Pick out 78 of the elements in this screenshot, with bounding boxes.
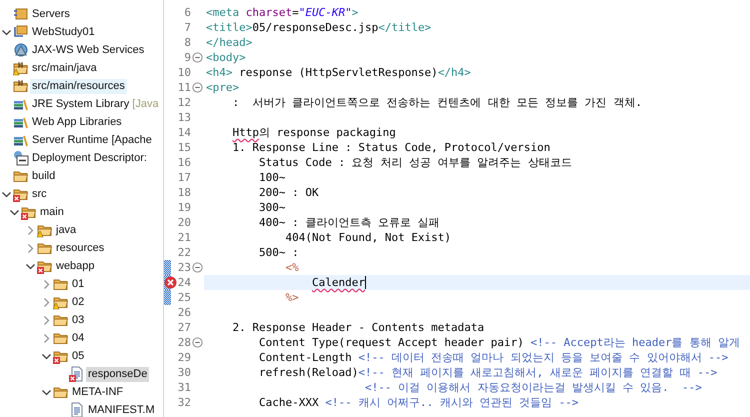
tree-item[interactable]: 05	[70, 348, 86, 364]
tree-item[interactable]: webapp	[54, 258, 97, 274]
line-number: 20	[176, 216, 191, 229]
line-number: 26	[176, 306, 191, 319]
line-number: 23	[176, 261, 191, 274]
line-number: 30	[176, 366, 191, 379]
code-line: refresh(Reload)<!-- 현재 페이지를 새로고침해서, 새로운 페이지를 연결할 때 -->	[258, 365, 718, 380]
line-number: 16	[176, 156, 191, 169]
tree-item[interactable]: build	[30, 168, 58, 184]
collapse-icon[interactable]	[192, 52, 203, 63]
line-number: 10	[176, 66, 191, 79]
code-line: 404(Not Found, Not Exist)	[284, 230, 452, 245]
code-line: <meta charset="EUC-KR">	[205, 5, 360, 20]
line-number: 25	[176, 291, 191, 304]
code-line: 500~ :	[258, 245, 300, 260]
code-line: 300~	[258, 200, 286, 215]
line-number: 17	[176, 171, 191, 184]
code-line: Status Code : 요청 처리 성공 여부를 알려주는 상태코드	[258, 155, 573, 170]
tree-item[interactable]: 01	[70, 276, 86, 292]
line-number: 11	[176, 81, 191, 94]
tree-item[interactable]: JRE System Library [Java	[30, 96, 161, 112]
collapse-icon[interactable]	[192, 82, 203, 93]
line-number: 12	[176, 96, 191, 109]
line-number: 27	[176, 321, 191, 334]
line-number: 19	[176, 201, 191, 214]
line-number: 24	[176, 276, 191, 289]
line-number: 21	[176, 231, 191, 244]
tree-item[interactable]: WebStudy01	[30, 24, 97, 40]
tree-item[interactable]: responseDe	[86, 366, 150, 382]
line-number: 29	[176, 351, 191, 364]
line-number: 9	[183, 51, 191, 64]
line-number: 28	[176, 336, 191, 349]
code-line: 100~	[258, 170, 286, 185]
tree-item[interactable]: META-INF	[70, 384, 126, 400]
tree-item[interactable]: Web App Libraries	[30, 114, 124, 130]
tree-item[interactable]: src/main/java	[30, 60, 99, 76]
tree-item[interactable]: Server Runtime [Apache	[30, 132, 154, 148]
code-line: %>	[284, 290, 300, 305]
tree-item[interactable]: src	[30, 186, 49, 202]
line-number: 15	[176, 141, 191, 154]
code-line: Cache-XXX <!-- 캐시 어쩌구.. 캐시와 연관된 것들임 -->	[258, 395, 580, 410]
code-line: <h4> response (HttpServletResponse)</h4>	[205, 65, 472, 80]
tree-item[interactable]: Servers	[30, 6, 72, 22]
code-line: Content-Length <!-- 데이터 전송때 얼마나 되었는지 등을 보여줄 수 있어야해서 -->	[258, 350, 730, 365]
line-number: 32	[176, 396, 191, 409]
code-line: <%	[284, 260, 300, 275]
collapse-icon[interactable]	[192, 262, 203, 273]
code-line: 400~ : 클라이언트측 오류로 실패	[258, 215, 441, 230]
code-line: : 서버가 클라이언트쪽으로 전송하는 컨텐츠에 대한 모든 정보를 가진 객체.	[232, 95, 643, 110]
code-line: <title>05/responseDesc.jsp</title>	[205, 20, 432, 35]
code-line: <body>	[205, 50, 247, 65]
line-number: 31	[176, 381, 191, 394]
tree-item[interactable]: src/main/resources	[30, 78, 127, 94]
tree-item[interactable]: Deployment Descriptor:	[30, 150, 149, 166]
code-line: <pre>	[205, 80, 240, 95]
code-line: Content Type(request Accept header pair) <!-- Accept라는 header를 통해 알게	[258, 335, 741, 350]
tree-item[interactable]: main	[38, 204, 66, 220]
line-number: 18	[176, 186, 191, 199]
tree-item[interactable]: resources	[54, 240, 106, 256]
tree-item[interactable]: java	[54, 222, 78, 238]
code-line: </head>	[205, 35, 254, 50]
line-number: 7	[183, 21, 191, 34]
line-number: 8	[183, 36, 191, 49]
tree-item[interactable]: 02	[70, 294, 86, 310]
tree-item[interactable]: 04	[70, 330, 86, 346]
line-number: 22	[176, 246, 191, 259]
line-number: 14	[176, 126, 191, 139]
tree-item[interactable]: 03	[70, 312, 86, 328]
collapse-icon[interactable]	[192, 337, 203, 348]
code-line: 1. Response Line : Status Code, Protocol/version	[232, 140, 552, 155]
code-line: Http의 response packaging	[232, 125, 397, 140]
code-line: 200~ : OK	[258, 185, 320, 200]
line-number: 13	[176, 111, 191, 124]
line-number: 6	[183, 6, 191, 19]
code-line: 2. Response Header - Contents metadata	[232, 320, 486, 335]
tree-item[interactable]: MANIFEST.M	[86, 402, 157, 417]
code-line: <!-- 이걸 이용해서 자동요청이라는걸 발생시킬 수 있음. -->	[364, 380, 703, 395]
tree-item[interactable]: JAX-WS Web Services	[30, 42, 146, 58]
